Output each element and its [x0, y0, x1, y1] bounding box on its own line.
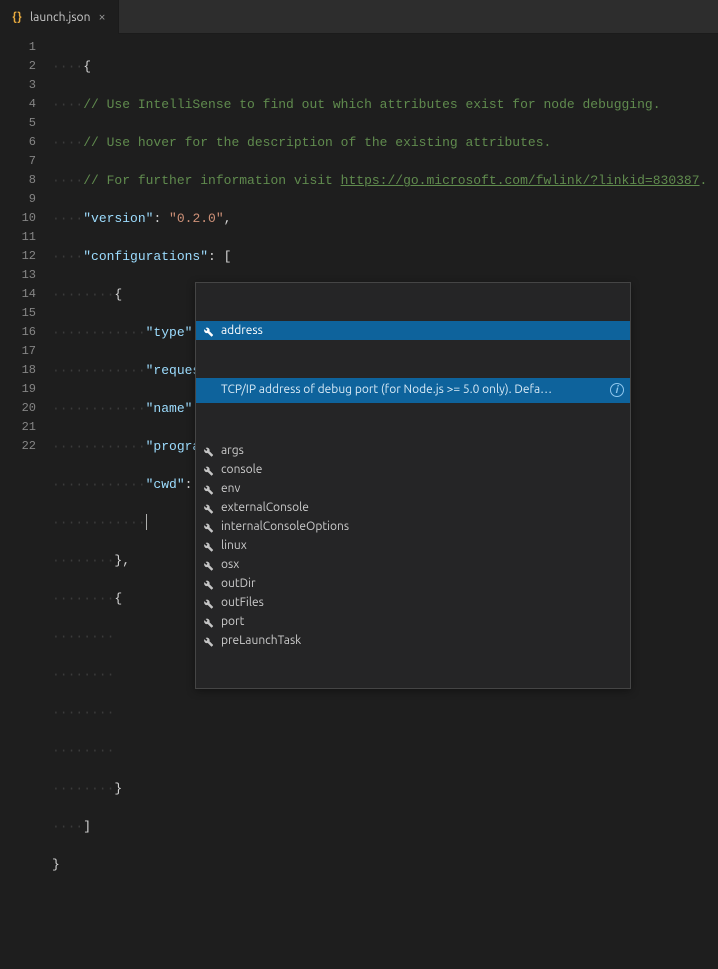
line-number: 17	[0, 342, 36, 361]
suggest-label: address	[221, 321, 263, 340]
line-number: 3	[0, 76, 36, 95]
suggest-label: linux	[221, 536, 247, 555]
suggest-item[interactable]: outFiles	[196, 593, 630, 612]
suggest-label: port	[221, 612, 244, 631]
wrench-icon	[201, 482, 215, 496]
line-number: 15	[0, 304, 36, 323]
code-line: ········}	[52, 779, 718, 798]
suggest-label: preLaunchTask	[221, 631, 301, 650]
line-number: 6	[0, 133, 36, 152]
code-line: ····{	[52, 57, 718, 76]
wrench-icon	[201, 520, 215, 534]
suggest-label: externalConsole	[221, 498, 309, 517]
suggest-item[interactable]: osx	[196, 555, 630, 574]
suggest-label: args	[221, 441, 244, 460]
tab-bar: {} launch.json ×	[0, 0, 718, 34]
code-line: ········	[52, 703, 718, 722]
code-line: ····]	[52, 817, 718, 836]
code-line: ····// For further information visit htt…	[52, 171, 718, 190]
tab-launch-json[interactable]: {} launch.json ×	[0, 0, 119, 34]
intellisense-popup[interactable]: address TCP/IP address of debug port (fo…	[195, 282, 631, 689]
suggest-label: internalConsoleOptions	[221, 517, 349, 536]
suggest-label: osx	[221, 555, 239, 574]
suggest-item[interactable]: preLaunchTask	[196, 631, 630, 650]
wrench-icon	[201, 615, 215, 629]
suggest-label: outDir	[221, 574, 256, 593]
wrench-icon	[201, 596, 215, 610]
close-icon[interactable]: ×	[96, 10, 107, 24]
line-number: 13	[0, 266, 36, 285]
suggest-label: outFiles	[221, 593, 264, 612]
line-number: 8	[0, 171, 36, 190]
wrench-icon	[201, 501, 215, 515]
line-number: 14	[0, 285, 36, 304]
wrench-icon	[201, 463, 215, 477]
suggest-item[interactable]: linux	[196, 536, 630, 555]
suggest-detail: TCP/IP address of debug port (for Node.j…	[196, 378, 630, 403]
wrench-icon	[201, 577, 215, 591]
line-number: 18	[0, 361, 36, 380]
line-number-gutter: 12345678910111213141516171819202122	[0, 34, 52, 542]
line-number: 20	[0, 399, 36, 418]
suggest-item[interactable]: port	[196, 612, 630, 631]
suggest-item[interactable]: env	[196, 479, 630, 498]
line-number: 19	[0, 380, 36, 399]
line-number: 4	[0, 95, 36, 114]
line-number: 22	[0, 437, 36, 456]
line-number: 2	[0, 57, 36, 76]
suggest-item[interactable]: internalConsoleOptions	[196, 517, 630, 536]
editor[interactable]: 12345678910111213141516171819202122 ····…	[0, 34, 718, 542]
docs-link[interactable]: https://go.microsoft.com/fwlink/?linkid=…	[341, 173, 700, 188]
line-number: 7	[0, 152, 36, 171]
suggest-item-selected[interactable]: address	[196, 321, 630, 340]
wrench-icon	[201, 539, 215, 553]
line-number: 1	[0, 38, 36, 57]
code-line: ········	[52, 741, 718, 760]
json-file-icon: {}	[10, 10, 24, 24]
line-number: 21	[0, 418, 36, 437]
code-area[interactable]: ····{ ····// Use IntelliSense to find ou…	[52, 34, 718, 542]
line-number: 9	[0, 190, 36, 209]
tab-filename: launch.json	[30, 11, 90, 24]
tab-bar-rest	[119, 0, 718, 34]
text-cursor	[146, 514, 147, 530]
wrench-icon	[201, 634, 215, 648]
line-number: 10	[0, 209, 36, 228]
suggest-item[interactable]: args	[196, 441, 630, 460]
line-number: 12	[0, 247, 36, 266]
code-line: ····"configurations": [	[52, 247, 718, 266]
code-line: }	[52, 855, 718, 874]
suggest-label: env	[221, 479, 240, 498]
wrench-icon	[201, 444, 215, 458]
wrench-icon	[201, 558, 215, 572]
line-number: 5	[0, 114, 36, 133]
line-number: 16	[0, 323, 36, 342]
code-line: ····"version": "0.2.0",	[52, 209, 718, 228]
info-icon[interactable]: i	[610, 383, 624, 397]
suggest-item[interactable]: console	[196, 460, 630, 479]
suggest-label: console	[221, 460, 262, 479]
wrench-icon	[201, 324, 215, 338]
suggest-item[interactable]: externalConsole	[196, 498, 630, 517]
suggest-item[interactable]: outDir	[196, 574, 630, 593]
code-line: ····// Use hover for the description of …	[52, 133, 718, 152]
line-number: 11	[0, 228, 36, 247]
code-line: ····// Use IntelliSense to find out whic…	[52, 95, 718, 114]
